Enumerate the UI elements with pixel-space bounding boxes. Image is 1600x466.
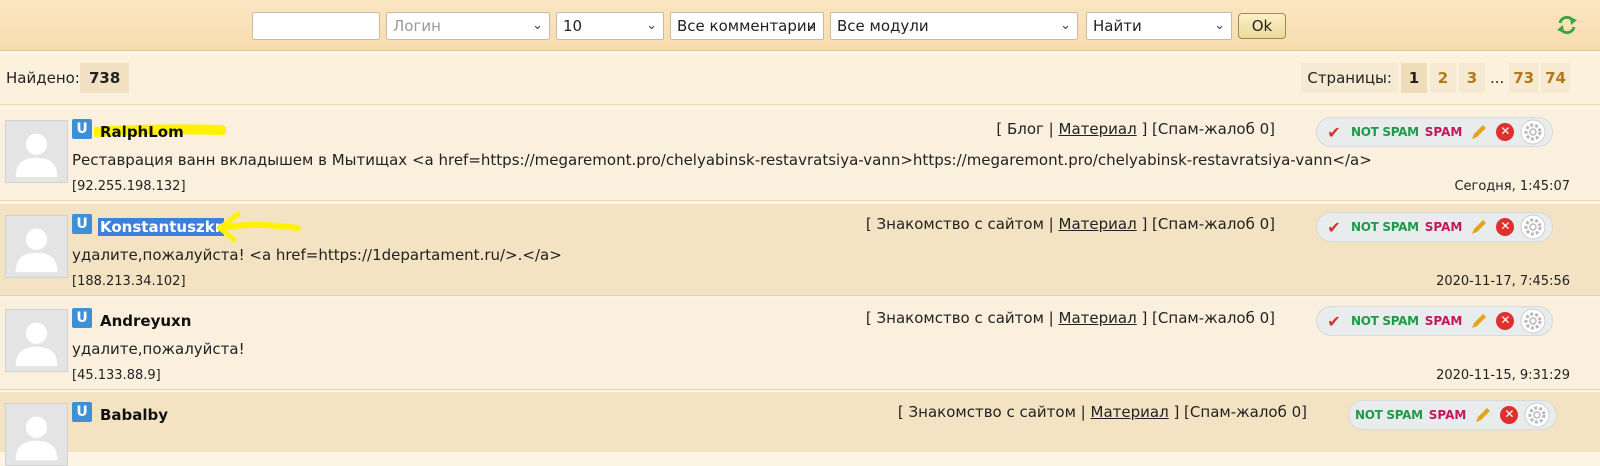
comment-ip: [188.213.34.102] bbox=[72, 274, 186, 289]
page-link-74[interactable]: 74 bbox=[1541, 63, 1570, 93]
comment-date: 2020-11-15, 9:31:29 bbox=[1436, 368, 1570, 383]
chevron-down-icon: ⌄ bbox=[806, 18, 817, 33]
login-select-label: Логин bbox=[393, 17, 441, 35]
comment-row: U Babalby [ Знакомство с сайтом | Матери… bbox=[0, 392, 1600, 466]
material-link[interactable]: Материал bbox=[1059, 215, 1137, 233]
gear-icon[interactable] bbox=[1520, 119, 1546, 145]
comment-text: удалите,пожалуйста! bbox=[72, 340, 245, 358]
chevron-down-icon: ⌄ bbox=[646, 18, 657, 33]
comment-ip: [92.255.198.132] bbox=[72, 179, 186, 194]
spam-reports: ] [Спам-жалоб 0] bbox=[1136, 120, 1275, 138]
meta-section: [ Знакомство с сайтом | bbox=[865, 215, 1059, 233]
page-link-73[interactable]: 73 bbox=[1509, 63, 1539, 93]
comment-row: U RalphLom [ Блог | Материал ] [Спам-жал… bbox=[0, 109, 1600, 201]
comment-actions: NOT SPAM SPAM ✕ bbox=[1348, 400, 1558, 430]
edit-pencil-icon[interactable] bbox=[1468, 311, 1490, 331]
user-avatar-icon[interactable] bbox=[5, 309, 68, 372]
chevron-down-icon: ⌄ bbox=[1060, 18, 1071, 33]
comment-text: Реставрация ванн вкладышем в Мытищах <a … bbox=[72, 151, 1372, 169]
spam-button[interactable]: SPAM bbox=[1425, 220, 1463, 234]
not-spam-button[interactable]: NOT SPAM bbox=[1355, 408, 1423, 422]
comment-meta: [ Знакомство с сайтом | Материал ] [Спам… bbox=[866, 309, 1275, 327]
comment-ip: [45.133.88.9] bbox=[72, 368, 161, 383]
chevron-down-icon: ⌄ bbox=[1214, 18, 1225, 33]
user-type-badge: U bbox=[72, 214, 92, 234]
module-select[interactable]: Все модули ⌄ bbox=[830, 12, 1078, 40]
user-avatar-icon[interactable] bbox=[5, 403, 68, 466]
check-icon[interactable]: ✔ bbox=[1323, 123, 1345, 142]
chevron-down-icon: ⌄ bbox=[532, 18, 543, 33]
user-avatar-icon[interactable] bbox=[5, 120, 68, 183]
comment-row: U Andreyuxn [ Знакомство с сайтом | Мате… bbox=[0, 298, 1600, 390]
comment-actions: ✔ NOT SPAM SPAM ✕ bbox=[1316, 212, 1554, 242]
delete-icon[interactable]: ✕ bbox=[1500, 406, 1519, 424]
per-page-value: 10 bbox=[563, 17, 583, 35]
gear-icon[interactable] bbox=[1524, 402, 1550, 428]
check-icon[interactable]: ✔ bbox=[1323, 312, 1345, 331]
module-value: Все модули bbox=[837, 17, 929, 35]
page-link-3[interactable]: 3 bbox=[1458, 63, 1485, 93]
gear-icon[interactable] bbox=[1520, 308, 1546, 334]
action-select[interactable]: Найти ⌄ bbox=[1086, 12, 1232, 40]
comment-date: 2020-11-17, 7:45:56 bbox=[1436, 274, 1570, 289]
ok-button[interactable]: Ok bbox=[1238, 13, 1286, 39]
comment-text: удалите,пожалуйста! <a href=https://1dep… bbox=[72, 246, 562, 264]
spam-reports: ] [Спам-жалоб 0] bbox=[1136, 309, 1275, 327]
not-spam-button[interactable]: NOT SPAM bbox=[1351, 220, 1419, 234]
comment-meta: [ Знакомство с сайтом | Материал ] [Спам… bbox=[898, 403, 1307, 421]
edit-pencil-icon[interactable] bbox=[1468, 122, 1490, 142]
per-page-select[interactable]: 10 ⌄ bbox=[556, 12, 664, 40]
comment-meta: [ Знакомство с сайтом | Материал ] [Спам… bbox=[866, 215, 1275, 233]
comment-type-select[interactable]: Все комментарии ⌄ bbox=[670, 12, 824, 40]
meta-section: [ Знакомство с сайтом | bbox=[865, 309, 1059, 327]
login-select[interactable]: Логин ⌄ bbox=[386, 12, 550, 40]
search-text-input[interactable] bbox=[252, 12, 380, 40]
page-link-1[interactable]: 1 bbox=[1400, 63, 1427, 93]
edit-pencil-icon[interactable] bbox=[1468, 217, 1490, 237]
not-spam-button[interactable]: NOT SPAM bbox=[1351, 314, 1419, 328]
spam-button[interactable]: SPAM bbox=[1425, 125, 1463, 139]
pages-label: Страницы: bbox=[1301, 63, 1398, 93]
delete-icon[interactable]: ✕ bbox=[1496, 218, 1515, 236]
comment-actions: ✔ NOT SPAM SPAM ✕ bbox=[1316, 117, 1554, 147]
delete-icon[interactable]: ✕ bbox=[1496, 123, 1515, 141]
meta-section: [ Блог | bbox=[996, 120, 1059, 138]
meta-section: [ Знакомство с сайтом | bbox=[897, 403, 1091, 421]
comment-date: Сегодня, 1:45:07 bbox=[1454, 179, 1570, 194]
not-spam-button[interactable]: NOT SPAM bbox=[1351, 125, 1419, 139]
comment-username[interactable]: Babalby bbox=[98, 406, 170, 424]
action-value: Найти bbox=[1093, 17, 1142, 35]
filter-bar: Логин ⌄ 10 ⌄ Все комментарии ⌄ Все модул… bbox=[0, 0, 1600, 51]
comment-username[interactable]: Andreyuxn bbox=[98, 312, 193, 330]
refresh-icon[interactable] bbox=[1556, 14, 1578, 36]
spam-reports: ] [Спам-жалоб 0] bbox=[1136, 215, 1275, 233]
spam-button[interactable]: SPAM bbox=[1425, 314, 1463, 328]
user-type-badge: U bbox=[72, 308, 92, 328]
spam-reports: ] [Спам-жалоб 0] bbox=[1168, 403, 1307, 421]
user-type-badge: U bbox=[72, 119, 92, 139]
gear-icon[interactable] bbox=[1520, 214, 1546, 240]
comment-actions: ✔ NOT SPAM SPAM ✕ bbox=[1316, 306, 1554, 336]
found-count: 738 bbox=[80, 63, 130, 93]
material-link[interactable]: Материал bbox=[1059, 120, 1137, 138]
user-avatar-icon[interactable] bbox=[5, 215, 68, 278]
delete-icon[interactable]: ✕ bbox=[1496, 312, 1515, 330]
pager-ellipsis: ... bbox=[1489, 69, 1505, 87]
edit-pencil-icon[interactable] bbox=[1472, 405, 1494, 425]
user-type-badge: U bbox=[72, 402, 92, 422]
pagination: Страницы: 1 2 3 ... 73 74 bbox=[1301, 63, 1570, 93]
yellow-arrow-annotation bbox=[216, 211, 301, 243]
comment-meta: [ Блог | Материал ] [Спам-жалоб 0] bbox=[996, 120, 1275, 138]
material-link[interactable]: Материал bbox=[1091, 403, 1169, 421]
comment-row: U Konstantuszkr [ Знакомство с сайтом | … bbox=[0, 204, 1600, 296]
spam-button[interactable]: SPAM bbox=[1429, 408, 1467, 422]
comment-type-value: Все комментарии bbox=[677, 17, 817, 35]
comment-username[interactable]: RalphLom bbox=[98, 123, 186, 141]
page-link-2[interactable]: 2 bbox=[1429, 63, 1456, 93]
check-icon[interactable]: ✔ bbox=[1323, 218, 1345, 237]
found-label: Найдено: bbox=[6, 69, 80, 87]
material-link[interactable]: Материал bbox=[1059, 309, 1137, 327]
results-summary-bar: Найдено: 738 Страницы: 1 2 3 ... 73 74 bbox=[0, 55, 1600, 105]
comment-username[interactable]: Konstantuszkr bbox=[98, 218, 225, 236]
